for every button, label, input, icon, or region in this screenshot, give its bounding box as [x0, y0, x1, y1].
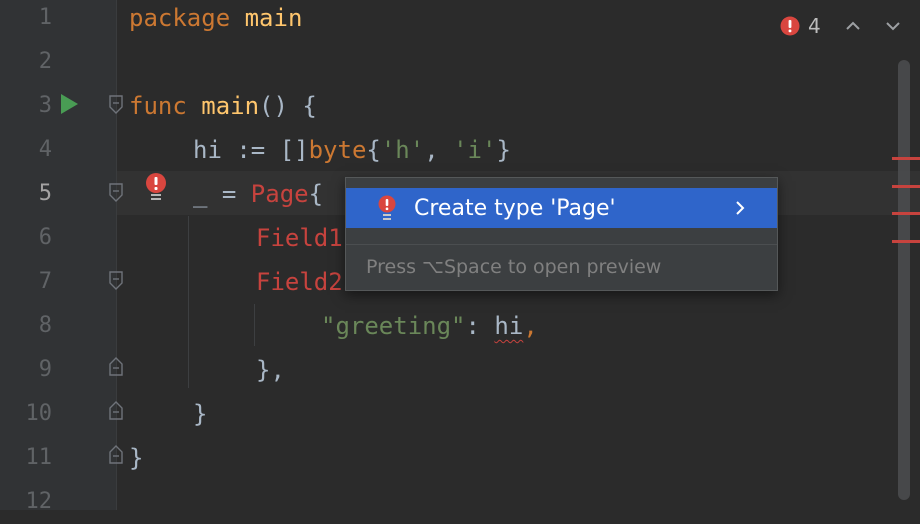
code-line-10[interactable]: }	[193, 392, 207, 436]
code-line-4[interactable]: hi := []byte{'h', 'i'}	[193, 128, 511, 172]
error-icon	[780, 16, 800, 36]
line-number[interactable]: 12	[0, 480, 53, 524]
line-number[interactable]: 7	[0, 260, 52, 304]
indent-guide	[188, 216, 189, 388]
string-literal: "greeting"	[321, 312, 466, 340]
string-literal: 'h'	[380, 136, 425, 164]
fold-start-icon[interactable]	[107, 94, 125, 116]
code-text: ,	[424, 136, 454, 164]
preview-hint: Press ⌥Space to open preview	[366, 256, 662, 278]
function-name: main	[186, 92, 260, 120]
line-number[interactable]: 1	[0, 0, 52, 40]
keyword: package	[129, 4, 231, 32]
code-text: _ =	[193, 180, 251, 208]
fold-end-icon[interactable]	[107, 443, 125, 465]
run-icon[interactable]	[58, 93, 80, 115]
error-bulb-icon	[378, 195, 396, 220]
popup-divider	[346, 244, 777, 245]
gutter-divider	[116, 0, 117, 510]
line-number[interactable]: 6	[0, 216, 52, 260]
fold-start-icon[interactable]	[107, 182, 125, 204]
code-text: }	[496, 136, 511, 164]
code-line-5[interactable]: _ = Page{	[193, 172, 323, 216]
indent-guide	[254, 304, 255, 346]
error-stripe-marker[interactable]	[892, 157, 920, 160]
code-text: :	[465, 312, 495, 340]
code-text: }	[193, 400, 208, 428]
code-text: {	[308, 180, 324, 208]
error-bulb-icon[interactable]	[142, 172, 170, 202]
code-line-1[interactable]: package main	[129, 0, 302, 40]
code-line-6[interactable]: Field1	[256, 216, 343, 260]
package-name: main	[230, 4, 303, 32]
code-text: {	[366, 136, 381, 164]
code-text: hi := []	[193, 136, 309, 164]
unresolved-field: Field1	[256, 224, 343, 252]
line-number[interactable]: 2	[0, 40, 52, 84]
fold-end-icon[interactable]	[107, 355, 125, 377]
line-number[interactable]: 3	[0, 84, 52, 128]
vertical-scrollbar[interactable]	[898, 60, 910, 500]
code-text: },	[256, 356, 285, 384]
code-line-7[interactable]: Field2	[256, 260, 343, 304]
code-text: () {	[259, 92, 317, 120]
fold-start-icon[interactable]	[107, 270, 125, 292]
code-line-9[interactable]: },	[256, 348, 285, 392]
code-text: }	[129, 444, 144, 472]
code-line-11[interactable]: }	[129, 436, 143, 480]
line-number[interactable]: 4	[0, 128, 52, 172]
error-underlined-text: hi	[494, 312, 524, 340]
keyword: func	[129, 92, 187, 120]
error-stripe-marker[interactable]	[892, 212, 920, 215]
create-type-action[interactable]: Create type 'Page'	[346, 188, 777, 228]
action-label: Create type 'Page'	[414, 195, 616, 221]
unresolved-type: Page	[250, 180, 309, 208]
line-number[interactable]: 8	[0, 304, 52, 348]
error-count: 4	[808, 14, 821, 38]
line-number[interactable]: 11	[0, 436, 53, 480]
string-literal: 'i'	[453, 136, 497, 164]
unresolved-field: Field2	[256, 268, 343, 296]
line-number[interactable]: 10	[0, 392, 53, 436]
line-number[interactable]: 9	[0, 348, 52, 392]
next-error-icon[interactable]	[883, 16, 903, 36]
error-stripe-marker[interactable]	[892, 185, 920, 188]
keyword: byte	[308, 136, 367, 164]
chevron-right-icon[interactable]	[733, 199, 747, 217]
intention-actions-popup: Create type 'Page' Press ⌥Space to open …	[345, 177, 778, 291]
previous-error-icon[interactable]	[843, 16, 863, 36]
inspections-widget[interactable]: 4	[780, 8, 920, 44]
code-line-3[interactable]: func main() {	[129, 84, 317, 128]
code-line-8[interactable]: "greeting": hi,	[321, 304, 538, 348]
line-number[interactable]: 5	[0, 172, 52, 216]
code-text: ,	[523, 312, 538, 340]
fold-end-icon[interactable]	[107, 399, 125, 421]
error-stripe-marker[interactable]	[892, 240, 920, 243]
